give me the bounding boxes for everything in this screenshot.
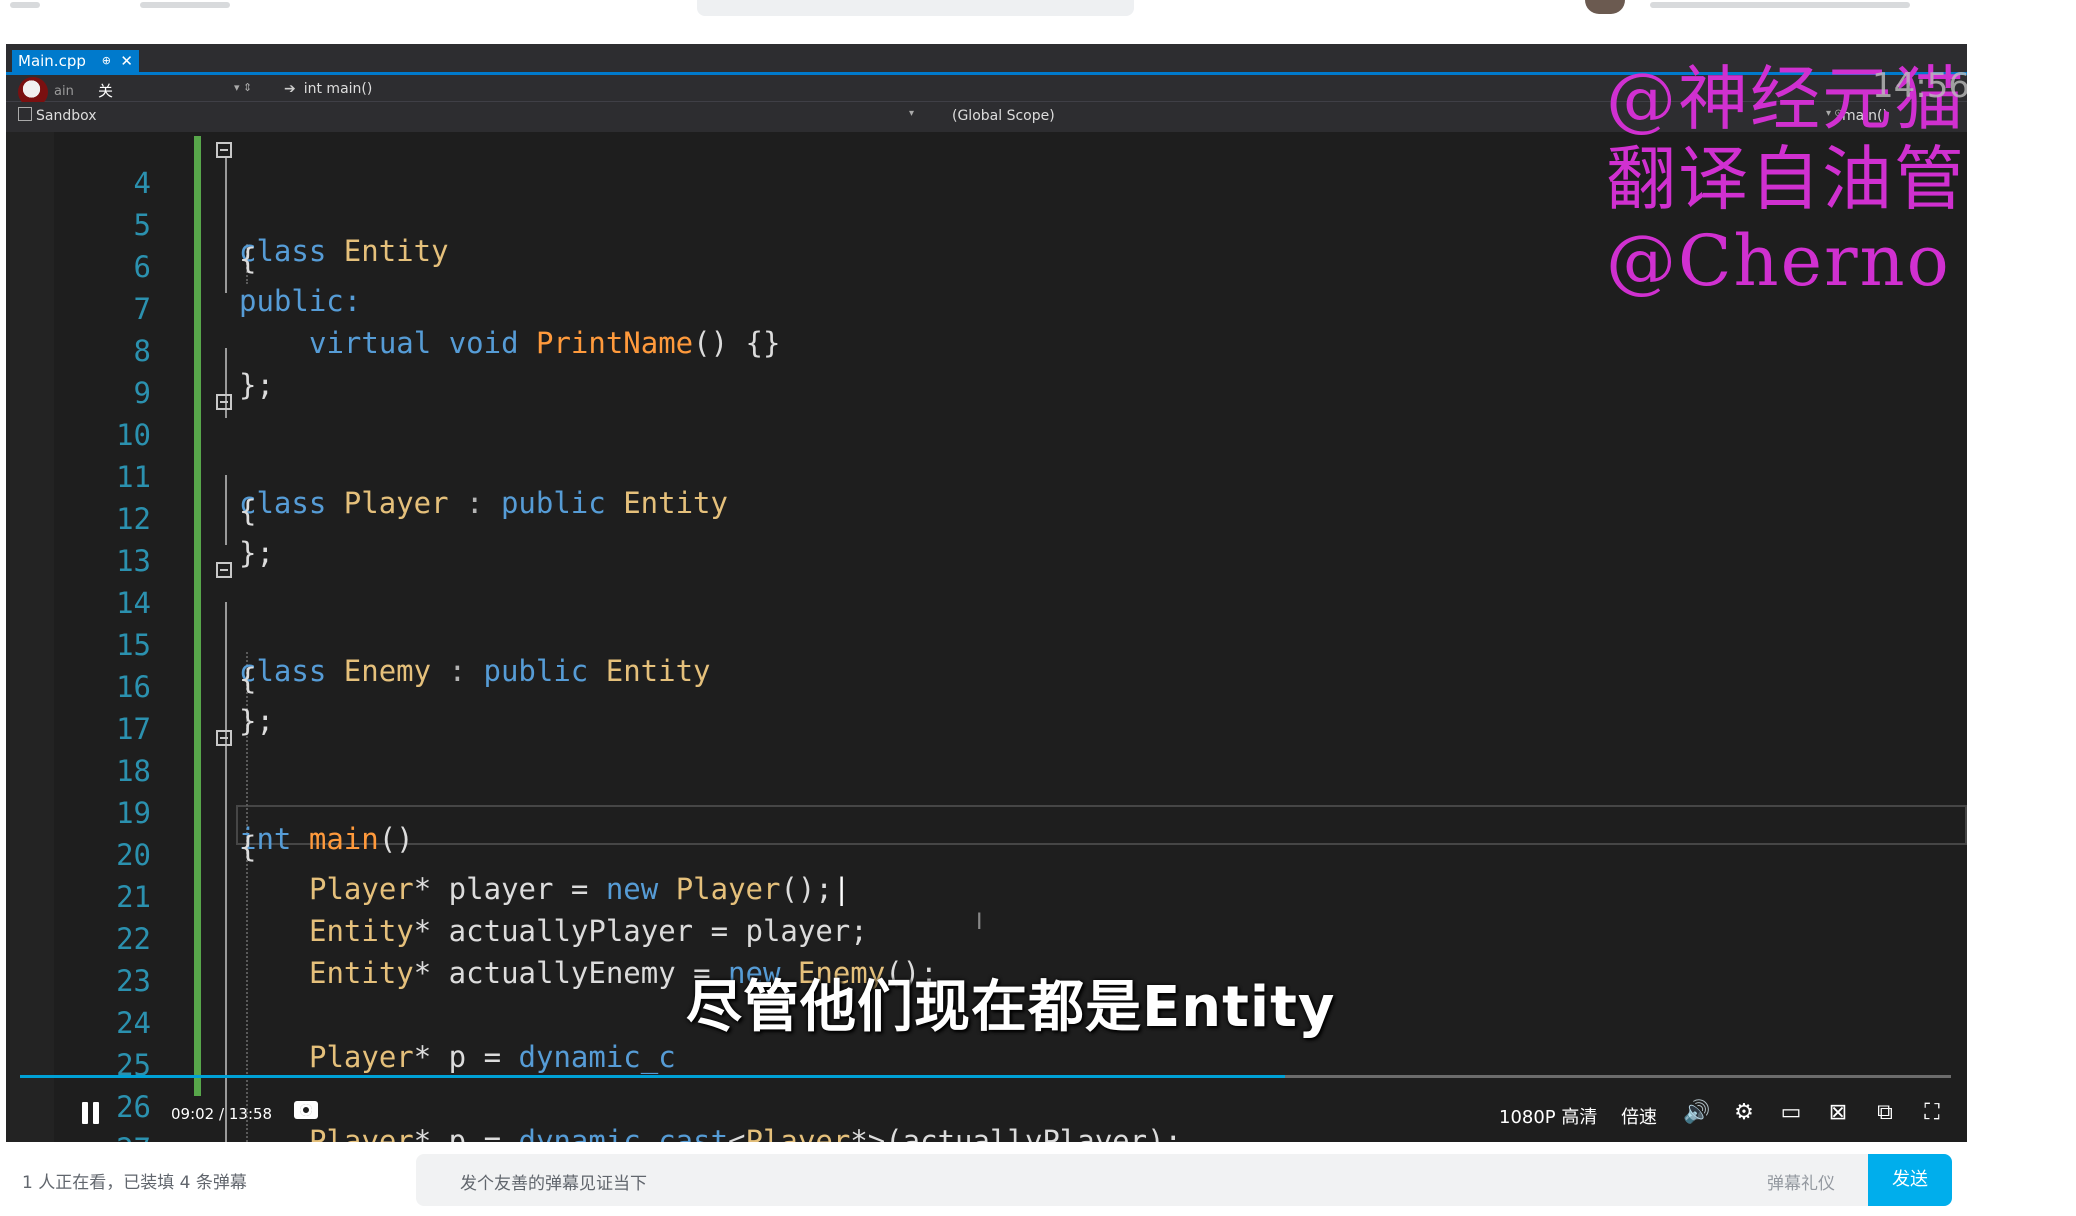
web-fullscreen-icon[interactable]: ⧉ [1872,1101,1898,1125]
video-timestamp: 14:56 [1872,66,1967,106]
nav-fragment [10,2,40,8]
video-player[interactable]: Main.cpp ⊕ ✕ ain 关注 ▾ ⇕ ➔int main() Sand… [6,44,1967,1142]
code-line: 14 class Enemy : public Entity [6,552,1967,688]
code-line: 12 }; [6,468,1967,570]
subtitle-caption: 尽管他们现在都是Entity [686,975,1336,1040]
header-links [1650,2,1910,8]
screenshot-icon[interactable] [294,1101,318,1119]
project-combo[interactable]: Sandbox [18,107,97,124]
code-line: 9 [6,342,1967,410]
player-controls: 09:02 / 13:58 1080P 高清 倍速 🔊 ⚙ ▭ ⊠ ⧉ ⛶ [6,1084,1967,1142]
collapse-icon[interactable] [216,562,232,578]
danmaku-placeholder: 发个友善的弹幕见证当下 [460,1174,647,1194]
user-avatar[interactable] [1585,0,1625,14]
danmaku-input[interactable]: 发个友善的弹幕见证当下 [416,1154,1868,1206]
code-line: 13 [6,510,1967,578]
file-tab-label: Main.cpp [18,52,86,70]
code-line: 10 class Player : public Entity [6,384,1967,520]
chevron-down-icon[interactable]: ▾ [909,108,914,119]
collapse-icon[interactable] [216,142,232,158]
quality-button[interactable]: 1080P 高清 [1499,1103,1597,1129]
viewer-count: 1 人正在看，已装填 4 条弹幕 [22,1173,247,1193]
project-label: Sandbox [36,108,97,124]
code-line: 20 Player* player = new Player();| [6,804,1967,906]
speed-button[interactable]: 倍速 [1621,1103,1657,1129]
code-line: 16 }; [6,636,1967,738]
arrow-right-icon: ➔ [284,81,296,97]
code-line: 22 Entity* actuallyEnemy = new Enemy(); [6,888,1967,990]
danmaku-etiquette-link[interactable]: 弹幕礼仪 [1767,1169,1835,1194]
nav-fragment [140,2,230,8]
collapse-icon[interactable] [216,730,232,746]
pin-icon[interactable]: ⊕ [102,50,111,72]
watermark-source: @Cherno [1606,220,1951,302]
text-cursor-icon: I [976,910,983,935]
file-tab[interactable]: Main.cpp ⊕ ✕ [12,50,139,72]
widescreen-icon[interactable]: ⊠ [1825,1101,1851,1125]
combo-fragment: ain [54,84,74,99]
code-line: 11 { [6,426,1967,528]
function-combo[interactable]: ➔ int main() [284,81,372,97]
collapse-icon[interactable] [216,394,232,410]
code-line: 15 { [6,594,1967,696]
code-line: 21 Entity* actuallyPlayer = player; [6,846,1967,948]
code-line: 18 int main() [6,720,1967,856]
watermark-translated: 翻译自油管 [1606,138,1966,220]
close-icon[interactable]: ✕ [120,50,133,72]
browser-top-strip [0,0,2076,24]
danmaku-bar: 1 人正在看，已装填 4 条弹幕 发个友善的弹幕见证当下 弹幕礼仪 发送 [0,1142,2076,1216]
gear-icon[interactable]: ⚙ [1731,1101,1757,1125]
current-time: 09:02 [171,1105,215,1123]
picture-in-picture-icon[interactable]: ▭ [1778,1101,1804,1125]
send-button[interactable]: 发送 [1868,1154,1952,1206]
time-separator: / [219,1105,225,1123]
duration: 13:58 [228,1105,273,1123]
search-bar[interactable] [697,0,1134,16]
function-combo-label: int main() [303,81,373,97]
time-display: 09:02 / 13:58 [171,1105,272,1123]
code-line: 17 [6,678,1967,746]
scope-combo[interactable]: (Global Scope) [952,108,1055,124]
pause-icon[interactable] [82,1102,100,1124]
code-line: 19 { [6,762,1967,864]
fullscreen-icon[interactable]: ⛶ [1919,1101,1945,1125]
progress-fill [20,1075,1285,1078]
volume-icon[interactable]: 🔊 [1683,1101,1710,1125]
code-line: 8 }; [6,300,1967,402]
combo-arrows-icon[interactable]: ▾ ⇕ [234,81,252,94]
project-icon [18,107,32,121]
